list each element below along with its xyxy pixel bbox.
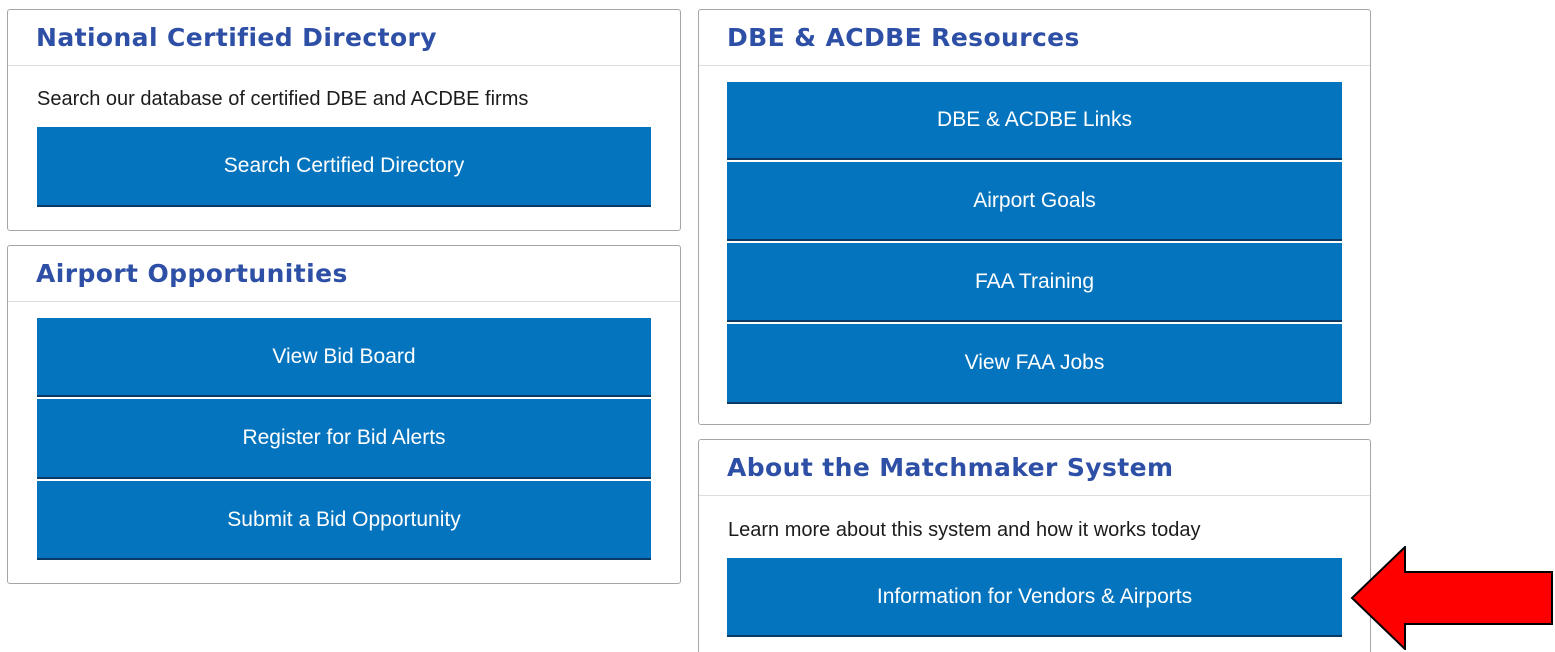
register-bid-alerts-button[interactable]: Register for Bid Alerts (37, 399, 651, 479)
directory-panel: National Certified Directory Search our … (7, 9, 681, 231)
red-left-arrow-icon (1350, 546, 1553, 650)
information-vendors-airports-button[interactable]: Information for Vendors & Airports (727, 558, 1342, 637)
view-faa-jobs-button[interactable]: View FAA Jobs (727, 324, 1342, 404)
directory-panel-title: National Certified Directory (8, 10, 680, 66)
about-panel-title: About the Matchmaker System (699, 440, 1370, 496)
search-certified-directory-button[interactable]: Search Certified Directory (37, 127, 651, 207)
about-description: Learn more about this system and how it … (728, 519, 1201, 541)
faa-training-button[interactable]: FAA Training (727, 243, 1342, 322)
opportunities-panel: Airport Opportunities View Bid Board Reg… (7, 245, 681, 584)
submit-bid-opportunity-button[interactable]: Submit a Bid Opportunity (37, 481, 651, 560)
about-panel: About the Matchmaker System Learn more a… (698, 439, 1371, 652)
view-bid-board-button[interactable]: View Bid Board (37, 318, 651, 397)
resources-panel: DBE & ACDBE Resources DBE & ACDBE Links … (698, 9, 1371, 425)
opportunities-panel-title: Airport Opportunities (8, 246, 680, 302)
airport-goals-button[interactable]: Airport Goals (727, 162, 1342, 241)
resources-panel-title: DBE & ACDBE Resources (699, 10, 1370, 66)
dbe-acdbe-links-button[interactable]: DBE & ACDBE Links (727, 82, 1342, 160)
directory-description: Search our database of certified DBE and… (37, 88, 529, 110)
